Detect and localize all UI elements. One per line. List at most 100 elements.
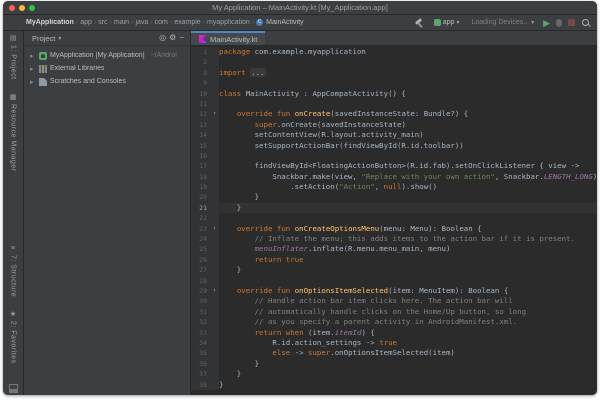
- line-number[interactable]: 17: [191, 161, 210, 171]
- code-text[interactable]: Snackbar.make(view, "Replace with your o…: [219, 172, 597, 182]
- code-text[interactable]: super.onCreate(savedInstanceState): [219, 120, 597, 130]
- debug-button[interactable]: [556, 19, 562, 27]
- code-text[interactable]: // Handle action bar item clicks here. T…: [219, 296, 597, 306]
- line-number[interactable]: 1: [191, 47, 210, 57]
- code-text[interactable]: else -> super.onOptionsItemSelected(item…: [219, 348, 597, 358]
- line-number[interactable]: 31: [191, 307, 210, 317]
- breadcrumb-item[interactable]: com: [155, 19, 168, 26]
- code-text[interactable]: return when (item.itemId) {: [219, 328, 597, 338]
- line-number[interactable]: 32: [191, 317, 210, 327]
- code-text[interactable]: setContentView(R.layout.activity_main): [219, 130, 597, 140]
- tool-button-favorites[interactable]: ★2: Favorites: [10, 311, 17, 364]
- line-number[interactable]: 34: [191, 338, 210, 348]
- line-number[interactable]: 11: [191, 99, 210, 109]
- chevron-down-icon[interactable]: ▾: [58, 35, 61, 42]
- line-number[interactable]: 27: [191, 265, 210, 275]
- code-text[interactable]: import ...: [219, 68, 597, 78]
- build-hammer-icon[interactable]: [414, 18, 425, 28]
- breadcrumb-item[interactable]: app: [80, 19, 92, 26]
- line-number[interactable]: 15: [191, 141, 210, 151]
- breadcrumb-item[interactable]: src: [98, 19, 107, 26]
- line-number[interactable]: 13: [191, 120, 210, 130]
- line-number[interactable]: 37: [191, 369, 210, 379]
- line-number[interactable]: 35: [191, 348, 210, 358]
- line-number[interactable]: 36: [191, 359, 210, 369]
- tool-button-project[interactable]: ▤1: Project: [10, 35, 17, 80]
- code-text[interactable]: override fun onCreateOptionsMenu(menu: M…: [219, 224, 597, 234]
- code-text[interactable]: package com.example.myapplication: [219, 47, 597, 57]
- code-text[interactable]: // automatically handle clicks on the Ho…: [219, 307, 597, 317]
- code-text[interactable]: [219, 99, 597, 109]
- code-text[interactable]: }: [219, 369, 597, 379]
- code-text[interactable]: }: [219, 359, 597, 369]
- device-selector[interactable]: Loading Devices... ▾: [468, 18, 537, 27]
- tree-item[interactable]: ▸Scratches and Consoles: [24, 75, 190, 88]
- code-text[interactable]: [219, 57, 597, 67]
- line-number[interactable]: 3: [191, 68, 210, 78]
- collapse-all-icon[interactable]: −: [179, 33, 184, 43]
- tree-item[interactable]: ▸MyApplication [My Application]~/Androi: [24, 49, 190, 62]
- search-everywhere-button[interactable]: [581, 18, 591, 28]
- code-text[interactable]: menuInflater.inflate(R.menu.menu_main, m…: [219, 244, 597, 254]
- line-number[interactable]: 20: [191, 192, 210, 202]
- chevron-right-icon[interactable]: ▸: [30, 78, 36, 86]
- line-number[interactable]: 24: [191, 234, 210, 244]
- code-text[interactable]: // Inflate the menu; this adds items to …: [219, 234, 597, 244]
- code-text[interactable]: override fun onCreate(savedInstanceState…: [219, 109, 597, 119]
- project-view-selector[interactable]: Project: [32, 34, 55, 43]
- tool-button-resource-manager[interactable]: ▦Resource Manager: [10, 94, 17, 172]
- line-number[interactable]: 22: [191, 213, 210, 223]
- breadcrumb-item[interactable]: MyApplication: [26, 19, 74, 26]
- line-number[interactable]: 10: [191, 89, 210, 99]
- tool-button-structure[interactable]: ≡7: Structure: [10, 245, 17, 297]
- code-text[interactable]: [219, 276, 597, 286]
- line-number[interactable]: 14: [191, 130, 210, 140]
- breadcrumb-item[interactable]: example: [174, 19, 200, 26]
- line-number[interactable]: 30: [191, 296, 210, 306]
- code-text[interactable]: override fun onOptionsItemSelected(item:…: [219, 286, 597, 296]
- line-number[interactable]: 16: [191, 151, 210, 161]
- gear-icon[interactable]: ⚙: [169, 33, 176, 43]
- code-text[interactable]: R.id.action_settings -> true: [219, 338, 597, 348]
- code-text[interactable]: [219, 213, 597, 223]
- line-number[interactable]: 19: [191, 182, 210, 192]
- line-number[interactable]: 23: [191, 224, 210, 234]
- run-button[interactable]: ▶: [543, 18, 550, 28]
- chevron-right-icon[interactable]: ▸: [30, 52, 36, 60]
- code-text[interactable]: // as you specify a parent activity in A…: [219, 317, 597, 327]
- stop-button[interactable]: [568, 19, 575, 26]
- locate-file-icon[interactable]: ◎: [159, 33, 166, 43]
- editor[interactable]: 1 package com.example.myapplication 23 impo…: [191, 46, 597, 395]
- line-number[interactable]: 12: [191, 109, 210, 119]
- line-number[interactable]: 21: [191, 203, 210, 213]
- line-number[interactable]: 38: [191, 380, 210, 390]
- line-number[interactable]: 33: [191, 328, 210, 338]
- breadcrumb-item[interactable]: main: [114, 19, 129, 26]
- code-text[interactable]: }: [219, 192, 597, 202]
- line-number[interactable]: 29: [191, 286, 210, 296]
- line-number[interactable]: 9: [191, 78, 210, 88]
- code-text[interactable]: setSupportActionBar(findViewById(R.id.to…: [219, 141, 597, 151]
- code-text[interactable]: }: [219, 203, 597, 213]
- code-text[interactable]: }: [219, 265, 597, 275]
- code-text[interactable]: class MainActivity : AppCompatActivity()…: [219, 89, 597, 99]
- line-number[interactable]: 18: [191, 172, 210, 182]
- breadcrumb-item[interactable]: java: [135, 19, 148, 26]
- line-number[interactable]: 2: [191, 57, 210, 67]
- toggle-toolwindow-bars-icon[interactable]: [9, 384, 18, 393]
- line-number[interactable]: 25: [191, 244, 210, 254]
- code-text[interactable]: [219, 151, 597, 161]
- tab-mainactivity[interactable]: MainActivity.kt: [191, 31, 265, 45]
- code-text[interactable]: }: [219, 380, 597, 390]
- run-configuration-selector[interactable]: app ▾: [431, 18, 463, 27]
- chevron-right-icon[interactable]: ▸: [30, 65, 36, 73]
- code-text[interactable]: findViewById<FloatingActionButton>(R.id.…: [219, 161, 597, 171]
- breadcrumb-item[interactable]: myapplication: [207, 19, 250, 26]
- tree-item[interactable]: ▸External Libraries: [24, 62, 190, 75]
- code-text[interactable]: [219, 78, 597, 88]
- code-text[interactable]: .setAction("Action", null).show(): [219, 182, 597, 192]
- line-number[interactable]: 26: [191, 255, 210, 265]
- breadcrumb-item[interactable]: MainActivity: [266, 19, 303, 26]
- line-number[interactable]: 28: [191, 276, 210, 286]
- code-text[interactable]: return true: [219, 255, 597, 265]
